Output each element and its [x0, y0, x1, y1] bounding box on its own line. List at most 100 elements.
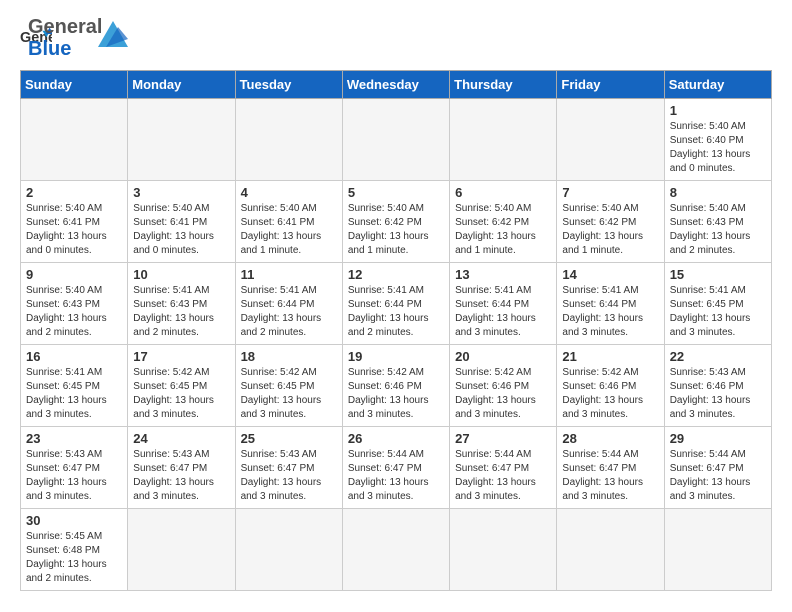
- day-info: Sunrise: 5:43 AM Sunset: 6:47 PM Dayligh…: [133, 448, 229, 504]
- day-info: Sunrise: 5:40 AM Sunset: 6:41 PM Dayligh…: [241, 202, 337, 258]
- calendar-cell: 23 Sunrise: 5:43 AM Sunset: 6:47 PM Dayli…: [21, 427, 128, 509]
- calendar-cell: 27 Sunrise: 5:44 AM Sunset: 6:47 PM Dayli…: [450, 427, 557, 509]
- calendar-cell: 8 Sunrise: 5:40 AM Sunset: 6:43 PM Daylig…: [664, 181, 771, 263]
- day-info: Sunrise: 5:43 AM Sunset: 6:46 PM Dayligh…: [670, 366, 766, 422]
- calendar-cell: 15 Sunrise: 5:41 AM Sunset: 6:45 PM Dayli…: [664, 263, 771, 345]
- day-info: Sunrise: 5:43 AM Sunset: 6:47 PM Dayligh…: [26, 448, 122, 504]
- day-number: 20: [455, 349, 551, 364]
- calendar-cell: 12Sunrise: 5:41 AM Sunset: 6:44 PM Dayli…: [342, 263, 449, 345]
- day-info: Sunrise: 5:41 AM Sunset: 6:44 PM Dayligh…: [348, 284, 444, 340]
- calendar-cell: 6 Sunrise: 5:40 AM Sunset: 6:42 PM Daylig…: [450, 181, 557, 263]
- calendar-week-row: 30 Sunrise: 5:45 AM Sunset: 6:48 PM Dayli…: [21, 509, 772, 591]
- day-number: 6: [455, 185, 551, 200]
- day-number: 30: [26, 513, 122, 528]
- day-info: Sunrise: 5:40 AM Sunset: 6:41 PM Dayligh…: [26, 202, 122, 258]
- calendar-cell: 29 Sunrise: 5:44 AM Sunset: 6:47 PM Dayli…: [664, 427, 771, 509]
- day-info: Sunrise: 5:41 AM Sunset: 6:45 PM Dayligh…: [670, 284, 766, 340]
- day-number: 15: [670, 267, 766, 282]
- calendar-week-row: 23 Sunrise: 5:43 AM Sunset: 6:47 PM Dayli…: [21, 427, 772, 509]
- logo-general: General: [28, 16, 102, 38]
- day-number: 21: [562, 349, 658, 364]
- day-number: 23: [26, 431, 122, 446]
- calendar-cell: [342, 509, 449, 591]
- day-info: Sunrise: 5:40 AM Sunset: 6:42 PM Dayligh…: [348, 202, 444, 258]
- calendar-cell: 16Sunrise: 5:41 AM Sunset: 6:45 PM Dayli…: [21, 345, 128, 427]
- calendar-cell: [450, 99, 557, 181]
- day-number: 11: [241, 267, 337, 282]
- day-number: 26: [348, 431, 444, 446]
- calendar-cell: 22 Sunrise: 5:43 AM Sunset: 6:46 PM Dayli…: [664, 345, 771, 427]
- day-number: 1: [670, 103, 766, 118]
- calendar-cell: 25 Sunrise: 5:43 AM Sunset: 6:47 PM Dayli…: [235, 427, 342, 509]
- day-info: Sunrise: 5:41 AM Sunset: 6:45 PM Dayligh…: [26, 366, 122, 422]
- day-info: Sunrise: 5:40 AM Sunset: 6:43 PM Dayligh…: [26, 284, 122, 340]
- calendar-cell: [21, 99, 128, 181]
- weekday-header-monday: Monday: [128, 71, 235, 99]
- day-info: Sunrise: 5:45 AM Sunset: 6:48 PM Dayligh…: [26, 530, 122, 586]
- calendar-cell: [235, 99, 342, 181]
- day-info: Sunrise: 5:44 AM Sunset: 6:47 PM Dayligh…: [455, 448, 551, 504]
- weekday-header-row: SundayMondayTuesdayWednesdayThursdayFrid…: [21, 71, 772, 99]
- day-info: Sunrise: 5:44 AM Sunset: 6:47 PM Dayligh…: [348, 448, 444, 504]
- day-info: Sunrise: 5:42 AM Sunset: 6:46 PM Dayligh…: [348, 366, 444, 422]
- day-info: Sunrise: 5:40 AM Sunset: 6:43 PM Dayligh…: [670, 202, 766, 258]
- day-info: Sunrise: 5:42 AM Sunset: 6:46 PM Dayligh…: [455, 366, 551, 422]
- weekday-header-sunday: Sunday: [21, 71, 128, 99]
- day-info: Sunrise: 5:42 AM Sunset: 6:46 PM Dayligh…: [562, 366, 658, 422]
- day-number: 3: [133, 185, 229, 200]
- calendar-week-row: 2 Sunrise: 5:40 AM Sunset: 6:41 PM Daylig…: [21, 181, 772, 263]
- weekday-header-saturday: Saturday: [664, 71, 771, 99]
- calendar-cell: [664, 509, 771, 591]
- day-number: 24: [133, 431, 229, 446]
- weekday-header-friday: Friday: [557, 71, 664, 99]
- day-info: Sunrise: 5:43 AM Sunset: 6:47 PM Dayligh…: [241, 448, 337, 504]
- calendar-cell: 13 Sunrise: 5:41 AM Sunset: 6:44 PM Dayli…: [450, 263, 557, 345]
- day-info: Sunrise: 5:40 AM Sunset: 6:40 PM Dayligh…: [670, 120, 766, 176]
- calendar-cell: 1 Sunrise: 5:40 AM Sunset: 6:40 PM Daylig…: [664, 99, 771, 181]
- calendar-cell: 5Sunrise: 5:40 AM Sunset: 6:42 PM Daylig…: [342, 181, 449, 263]
- day-info: Sunrise: 5:40 AM Sunset: 6:42 PM Dayligh…: [455, 202, 551, 258]
- logo-triangle-icon: [98, 21, 128, 47]
- calendar-cell: 9 Sunrise: 5:40 AM Sunset: 6:43 PM Daylig…: [21, 263, 128, 345]
- day-number: 29: [670, 431, 766, 446]
- calendar-cell: 11 Sunrise: 5:41 AM Sunset: 6:44 PM Dayli…: [235, 263, 342, 345]
- calendar-cell: 18 Sunrise: 5:42 AM Sunset: 6:45 PM Dayli…: [235, 345, 342, 427]
- day-number: 2: [26, 185, 122, 200]
- day-number: 18: [241, 349, 337, 364]
- day-number: 9: [26, 267, 122, 282]
- day-number: 17: [133, 349, 229, 364]
- calendar-cell: 3Sunrise: 5:40 AM Sunset: 6:41 PM Daylig…: [128, 181, 235, 263]
- day-number: 25: [241, 431, 337, 446]
- calendar-cell: 24 Sunrise: 5:43 AM Sunset: 6:47 PM Dayli…: [128, 427, 235, 509]
- day-number: 4: [241, 185, 337, 200]
- weekday-header-thursday: Thursday: [450, 71, 557, 99]
- day-info: Sunrise: 5:44 AM Sunset: 6:47 PM Dayligh…: [562, 448, 658, 504]
- day-info: Sunrise: 5:41 AM Sunset: 6:44 PM Dayligh…: [241, 284, 337, 340]
- calendar-cell: [557, 509, 664, 591]
- day-info: Sunrise: 5:44 AM Sunset: 6:47 PM Dayligh…: [670, 448, 766, 504]
- day-info: Sunrise: 5:42 AM Sunset: 6:45 PM Dayligh…: [133, 366, 229, 422]
- calendar-cell: 30 Sunrise: 5:45 AM Sunset: 6:48 PM Dayli…: [21, 509, 128, 591]
- calendar-week-row: 9 Sunrise: 5:40 AM Sunset: 6:43 PM Daylig…: [21, 263, 772, 345]
- calendar-cell: 14Sunrise: 5:41 AM Sunset: 6:44 PM Dayli…: [557, 263, 664, 345]
- calendar-cell: [235, 509, 342, 591]
- calendar-cell: 21 Sunrise: 5:42 AM Sunset: 6:46 PM Dayli…: [557, 345, 664, 427]
- day-info: Sunrise: 5:41 AM Sunset: 6:43 PM Dayligh…: [133, 284, 229, 340]
- calendar-cell: 26 Sunrise: 5:44 AM Sunset: 6:47 PM Dayli…: [342, 427, 449, 509]
- logo: General General Blue: [20, 16, 128, 60]
- day-number: 27: [455, 431, 551, 446]
- calendar-cell: [128, 99, 235, 181]
- calendar-table: SundayMondayTuesdayWednesdayThursdayFrid…: [20, 70, 772, 591]
- calendar-cell: [557, 99, 664, 181]
- day-number: 8: [670, 185, 766, 200]
- weekday-header-tuesday: Tuesday: [235, 71, 342, 99]
- day-info: Sunrise: 5:42 AM Sunset: 6:45 PM Dayligh…: [241, 366, 337, 422]
- day-info: Sunrise: 5:41 AM Sunset: 6:44 PM Dayligh…: [455, 284, 551, 340]
- day-number: 22: [670, 349, 766, 364]
- calendar-cell: [128, 509, 235, 591]
- calendar-cell: 17 Sunrise: 5:42 AM Sunset: 6:45 PM Dayli…: [128, 345, 235, 427]
- day-number: 13: [455, 267, 551, 282]
- calendar-cell: [342, 99, 449, 181]
- day-number: 7: [562, 185, 658, 200]
- header: General General Blue: [20, 16, 772, 60]
